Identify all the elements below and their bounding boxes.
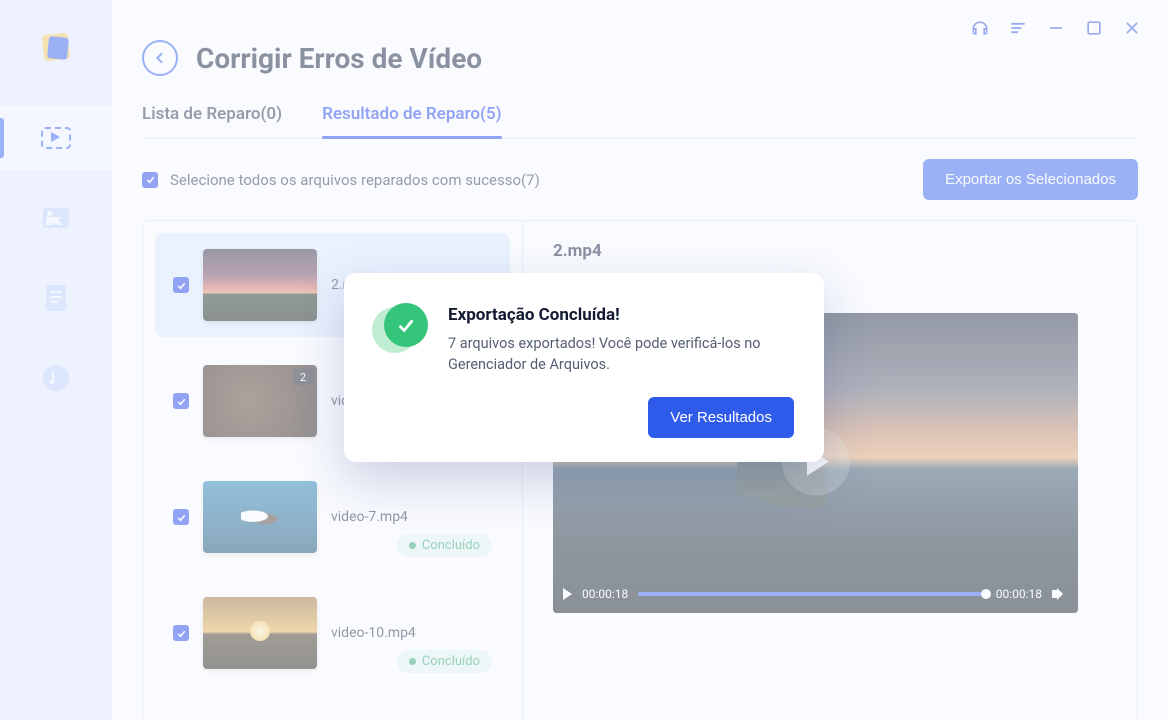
app-window: Corrigir Erros de Vídeo Lista de Reparo(…	[0, 0, 1168, 720]
export-complete-dialog: Exportação Concluída! 7 arquivos exporta…	[344, 273, 824, 462]
dialog-title: Exportação Concluída!	[448, 305, 794, 325]
dialog-text: 7 arquivos exportados! Você pode verific…	[448, 333, 794, 375]
success-icon	[372, 301, 428, 357]
modal-overlay[interactable]: Exportação Concluída! 7 arquivos exporta…	[0, 0, 1168, 720]
view-results-button[interactable]: Ver Resultados	[648, 397, 794, 438]
